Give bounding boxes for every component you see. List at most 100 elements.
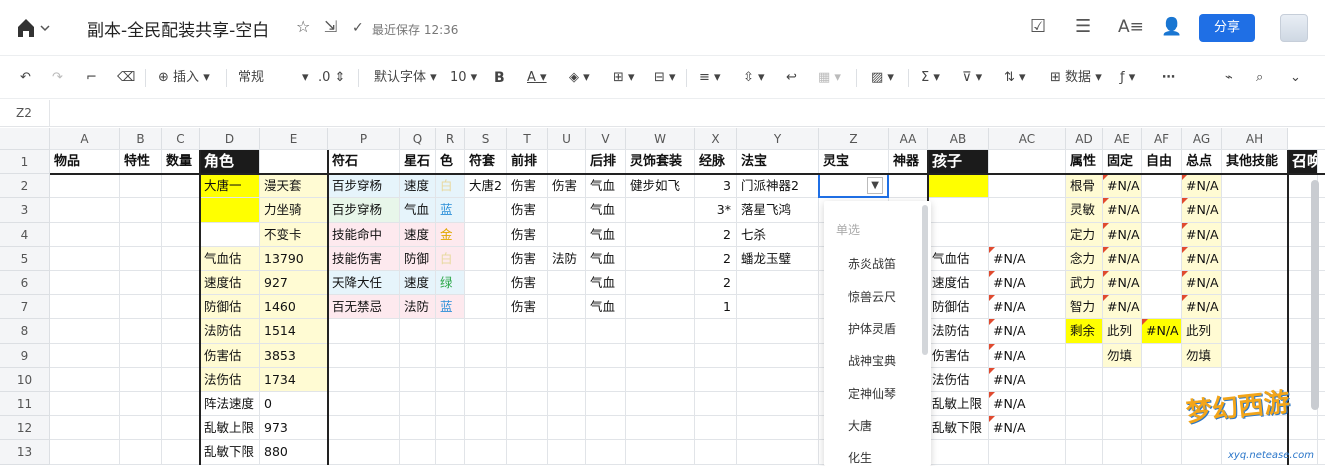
cell[interactable]: 气血: [586, 174, 625, 197]
column-header[interactable]: AB: [928, 128, 989, 150]
cell[interactable]: 蟠龙玉璧: [737, 247, 818, 270]
cell[interactable]: 伤害: [507, 174, 547, 197]
cell[interactable]: 13790: [260, 246, 327, 270]
row-header[interactable]: 2: [0, 174, 50, 199]
cell[interactable]: 气血估: [928, 247, 988, 270]
cell[interactable]: 防御估: [928, 295, 988, 318]
cell[interactable]: 白: [436, 174, 464, 198]
column-title[interactable]: 固定: [1103, 150, 1141, 173]
select-all-corner[interactable]: [0, 128, 50, 150]
cell[interactable]: 3*: [695, 198, 736, 221]
row-header[interactable]: 5: [0, 246, 50, 271]
column-header[interactable]: W: [626, 128, 695, 150]
cell[interactable]: 力坐骑: [260, 198, 327, 222]
column-header[interactable]: T: [507, 128, 548, 150]
cell[interactable]: #N/A: [1182, 246, 1221, 270]
cell[interactable]: 防御估: [200, 295, 259, 319]
cell[interactable]: #N/A: [989, 246, 1065, 270]
column-header[interactable]: R: [436, 128, 465, 150]
cell[interactable]: #N/A: [1103, 246, 1141, 270]
column-header[interactable]: AG: [1182, 128, 1222, 150]
row-header[interactable]: 3: [0, 198, 50, 223]
dropdown-option[interactable]: 赤炎战笛: [848, 255, 896, 272]
cell[interactable]: 技能命中: [328, 222, 399, 246]
cell[interactable]: #N/A: [1182, 271, 1221, 295]
cell[interactable]: #N/A: [1142, 319, 1181, 343]
cell[interactable]: 法防估: [200, 319, 259, 343]
cell[interactable]: 阵法速度: [200, 392, 259, 415]
cell[interactable]: #N/A: [989, 295, 1065, 318]
cell[interactable]: 白: [436, 246, 464, 270]
cell[interactable]: #N/A: [1182, 174, 1221, 198]
vertical-scrollbar[interactable]: [1311, 180, 1319, 410]
column-header[interactable]: AF: [1142, 128, 1182, 150]
cell[interactable]: 百步穿杨: [328, 198, 399, 222]
cell[interactable]: 乱敏下限: [200, 440, 259, 463]
dropdown-option[interactable]: 化生: [848, 449, 872, 466]
cell[interactable]: 根骨: [1066, 174, 1102, 198]
cell[interactable]: 七杀: [737, 223, 818, 246]
dropdown-option[interactable]: 战神宝典: [848, 352, 896, 369]
cell[interactable]: 灵敏: [1066, 198, 1102, 222]
column-header[interactable]: C: [162, 128, 200, 150]
cell[interactable]: 927: [260, 271, 327, 295]
row-header[interactable]: 7: [0, 295, 50, 320]
column-title[interactable]: 自由: [1142, 150, 1181, 173]
cell[interactable]: 乱敏上限: [928, 392, 988, 415]
column-title[interactable]: 角色: [200, 150, 259, 174]
cell[interactable]: 法伤估: [928, 368, 988, 391]
cell[interactable]: 蓝: [436, 198, 464, 222]
cell[interactable]: 2: [695, 247, 736, 270]
cell[interactable]: [928, 174, 988, 198]
column-header[interactable]: E: [260, 128, 328, 150]
cell[interactable]: #N/A: [1182, 295, 1221, 319]
cell[interactable]: 3: [695, 174, 736, 197]
cell[interactable]: 防御: [400, 246, 435, 270]
column-title[interactable]: 孩子: [928, 150, 988, 174]
row-header[interactable]: 10: [0, 367, 50, 392]
spreadsheet-grid[interactable]: A B C D E P Q R S T U V W X Y Z AA AB AC AD AE AF AG AH 1 2 3 4 5 6 7 8…: [0, 0, 1325, 466]
cell[interactable]: 勿填: [1103, 343, 1141, 367]
cell[interactable]: 1: [695, 295, 736, 318]
cell[interactable]: 武力: [1066, 271, 1102, 295]
cell[interactable]: 乱敏下限: [928, 416, 988, 439]
cell[interactable]: 技能伤害: [328, 246, 399, 270]
column-title[interactable]: 前排: [507, 150, 547, 173]
cell[interactable]: 此列: [1182, 319, 1221, 343]
cell[interactable]: 伤害: [507, 223, 547, 246]
cell[interactable]: 落星飞鸿: [737, 198, 818, 221]
cell[interactable]: 速度估: [928, 271, 988, 294]
cell[interactable]: 气血估: [200, 246, 259, 270]
cell[interactable]: 1514: [260, 319, 327, 343]
cell[interactable]: 气血: [586, 295, 625, 318]
column-title[interactable]: 后排: [586, 150, 625, 173]
column-title[interactable]: 灵饰套装: [626, 150, 694, 173]
cell[interactable]: 伤害估: [200, 343, 259, 367]
column-header[interactable]: U: [548, 128, 586, 150]
cell[interactable]: #N/A: [989, 271, 1065, 294]
column-header[interactable]: AC: [989, 128, 1066, 150]
column-header[interactable]: D: [200, 128, 260, 150]
column-header[interactable]: AD: [1066, 128, 1103, 150]
column-header[interactable]: Y: [737, 128, 819, 150]
row-header[interactable]: 4: [0, 222, 50, 247]
column-header[interactable]: P: [328, 128, 400, 150]
cell[interactable]: #N/A: [989, 392, 1065, 415]
column-title[interactable]: 星石: [400, 150, 435, 173]
row-header[interactable]: 1: [0, 150, 50, 175]
cell[interactable]: 勿填: [1182, 343, 1221, 367]
cell[interactable]: 定力: [1066, 222, 1102, 246]
column-title[interactable]: 属性: [1066, 150, 1102, 173]
cell[interactable]: #N/A: [1103, 222, 1141, 246]
cell[interactable]: 法防: [548, 247, 585, 270]
cell[interactable]: 1460: [260, 295, 327, 319]
column-title[interactable]: 物品: [50, 150, 119, 173]
cell[interactable]: 速度估: [200, 271, 259, 295]
cell[interactable]: 健步如飞: [626, 174, 694, 197]
cell[interactable]: [200, 198, 259, 222]
cell[interactable]: 剩余: [1066, 319, 1102, 343]
cell[interactable]: 伤害: [507, 247, 547, 270]
cell[interactable]: 法防估: [928, 319, 988, 342]
row-header[interactable]: 13: [0, 440, 50, 465]
row-header[interactable]: 8: [0, 319, 50, 344]
